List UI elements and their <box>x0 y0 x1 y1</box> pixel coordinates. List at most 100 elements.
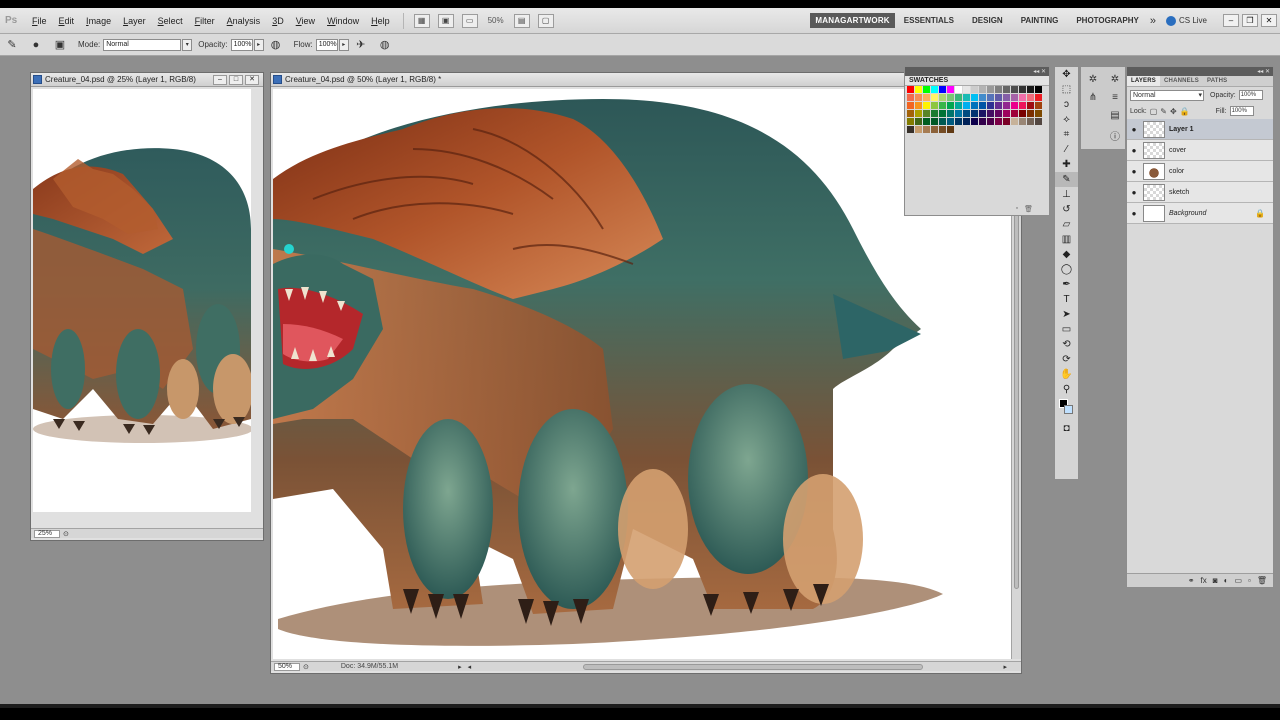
swatch-color[interactable] <box>987 94 994 101</box>
hand-tool-icon[interactable]: ✋ <box>1055 367 1078 382</box>
swatch-color[interactable] <box>915 126 922 133</box>
doc-close-button[interactable]: ✕ <box>245 74 259 85</box>
airbrush-icon[interactable]: ✈ <box>353 38 369 52</box>
swatch-color[interactable] <box>995 94 1002 101</box>
workspace-design[interactable]: DESIGN <box>963 16 1003 25</box>
swatch-color[interactable] <box>987 118 994 125</box>
swatch-color[interactable] <box>987 102 994 109</box>
visibility-eye-icon[interactable]: ● <box>1127 188 1141 197</box>
workspace-painting[interactable]: PAINTING <box>1012 16 1059 25</box>
swatch-color[interactable] <box>923 118 930 125</box>
info-icon[interactable]: ⓘ <box>1106 127 1124 143</box>
flow-slider-icon[interactable]: ▸ <box>338 38 349 51</box>
swatch-color[interactable] <box>955 118 962 125</box>
type-tool-icon[interactable]: T <box>1055 292 1078 307</box>
workspace-managartwork[interactable]: MANAGARTWORK <box>810 13 895 28</box>
swatch-color[interactable] <box>931 86 938 93</box>
brush-size-icon[interactable]: ● <box>28 38 44 52</box>
swatch-color[interactable] <box>971 110 978 117</box>
blend-mode-select[interactable]: Normal <box>1130 89 1204 101</box>
layer-mask-icon[interactable]: ◙ <box>1213 576 1218 585</box>
swatch-color[interactable] <box>955 86 962 93</box>
clone-source-icon[interactable]: ▤ <box>1106 107 1124 123</box>
status-arrow-icon[interactable]: ▸ <box>458 663 462 671</box>
visibility-eye-icon[interactable]: ● <box>1127 209 1141 218</box>
mode-dropdown-icon[interactable]: ▾ <box>182 38 193 51</box>
swatch-color[interactable] <box>1003 118 1010 125</box>
menu-analysis[interactable]: Analysis <box>227 16 261 26</box>
swatch-color[interactable] <box>1035 86 1042 93</box>
mini-bridge-icon[interactable]: ▣ <box>437 13 454 28</box>
layer-row[interactable]: ● Background 🔒 <box>1127 203 1273 224</box>
workspace-photography[interactable]: PHOTOGRAPHY <box>1067 16 1139 25</box>
swatch-color[interactable] <box>907 94 914 101</box>
layer-name[interactable]: color <box>1169 168 1184 175</box>
layer-row[interactable]: ● cover <box>1127 140 1273 161</box>
swatch-color[interactable] <box>1011 110 1018 117</box>
tab-paths[interactable]: PATHS <box>1203 76 1231 86</box>
tab-swatches[interactable]: SWATCHES <box>905 76 1049 86</box>
swatch-color[interactable] <box>971 118 978 125</box>
menu-filter[interactable]: Filter <box>195 16 215 26</box>
healing-brush-tool-icon[interactable]: ✚ <box>1055 157 1078 172</box>
swatch-color[interactable] <box>1019 110 1026 117</box>
restore-button[interactable]: ❐ <box>1242 14 1258 27</box>
swatch-color[interactable] <box>1019 102 1026 109</box>
swatch-color[interactable] <box>987 110 994 117</box>
lock-transparency-icon[interactable]: ▢ <box>1150 107 1158 116</box>
zoom-field-small[interactable]: 25% <box>34 529 60 538</box>
swatch-color[interactable] <box>1035 102 1042 109</box>
layer-row[interactable]: ● Layer 1 <box>1127 119 1273 140</box>
cs-live-button[interactable]: CS Live <box>1165 15 1207 26</box>
layer-name[interactable]: sketch <box>1169 189 1189 196</box>
eraser-tool-icon[interactable]: ▱ <box>1055 217 1078 232</box>
swatch-color[interactable] <box>915 86 922 93</box>
screen-mode-icon[interactable]: ▢ <box>537 13 554 28</box>
swatch-color[interactable] <box>955 94 962 101</box>
swatch-color[interactable] <box>979 94 986 101</box>
swatch-color[interactable] <box>963 110 970 117</box>
delete-layer-icon[interactable]: 🗑 <box>1257 576 1267 585</box>
visibility-eye-icon[interactable]: ● <box>1127 167 1141 176</box>
menu-edit[interactable]: Edit <box>59 16 75 26</box>
swatch-color[interactable] <box>1035 110 1042 117</box>
marquee-tool-icon[interactable]: ⬚ <box>1055 82 1078 97</box>
swatch-color[interactable] <box>1011 94 1018 101</box>
blur-tool-icon[interactable]: ◆ <box>1055 247 1078 262</box>
layer-row[interactable]: ● sketch <box>1127 182 1273 203</box>
swatch-color[interactable] <box>1003 86 1010 93</box>
swatch-color[interactable] <box>955 110 962 117</box>
zoom-field-main[interactable]: 50% <box>274 662 300 671</box>
layer-name[interactable]: cover <box>1169 147 1186 154</box>
panel-drag-strip[interactable]: ◂◂ ✕ <box>905 67 1049 76</box>
swatch-color[interactable] <box>947 86 954 93</box>
doc-maximize-button[interactable]: □ <box>229 74 243 85</box>
swatch-color[interactable] <box>1027 86 1034 93</box>
zoom-level-select[interactable]: 50% <box>488 16 504 25</box>
swatch-color[interactable] <box>995 110 1002 117</box>
arrange-documents-icon[interactable]: ▤ <box>513 13 530 28</box>
new-swatch-icon[interactable]: ▫ <box>1016 205 1018 213</box>
swatch-color[interactable] <box>907 86 914 93</box>
swatch-color[interactable] <box>947 110 954 117</box>
brush-preset-icon[interactable]: ✎ <box>4 38 20 52</box>
swatch-color[interactable] <box>1011 102 1018 109</box>
swatch-color[interactable] <box>1019 94 1026 101</box>
menu-layer[interactable]: Layer <box>123 16 146 26</box>
gradient-tool-icon[interactable]: ▥ <box>1055 232 1078 247</box>
swatch-color[interactable] <box>1035 118 1042 125</box>
brush-presets-icon[interactable]: ⋔ <box>1084 89 1102 105</box>
opacity-slider-icon[interactable]: ▸ <box>253 38 264 51</box>
swatch-color[interactable] <box>979 110 986 117</box>
3d-orbit-tool-icon[interactable]: ⟳ <box>1055 352 1078 367</box>
panel-drag-strip[interactable]: ◂◂ ✕ <box>1127 67 1273 76</box>
bridge-icon[interactable]: ▦ <box>413 13 430 28</box>
status-menu-icon[interactable]: ⊙ <box>303 663 309 671</box>
pen-tool-icon[interactable]: ✒ <box>1055 277 1078 292</box>
opacity-input[interactable]: 100% <box>230 38 253 51</box>
tab-layers[interactable]: LAYERS <box>1127 76 1160 86</box>
swatch-color[interactable] <box>979 118 986 125</box>
quick-mask-icon[interactable]: ◘ <box>1055 421 1078 436</box>
swatch-color[interactable] <box>939 118 946 125</box>
menu-file[interactable]: File <box>32 16 47 26</box>
